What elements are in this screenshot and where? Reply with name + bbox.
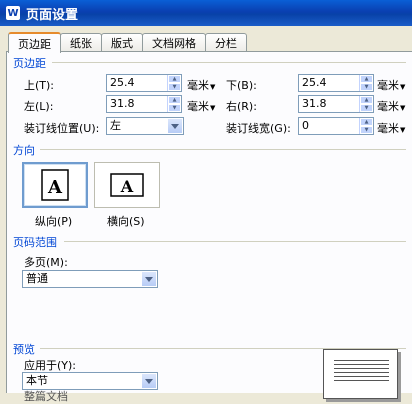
unit-label: 毫米 — [187, 100, 209, 113]
tab-paper[interactable]: 纸张 — [60, 33, 102, 52]
chevron-down-icon: ▼ — [400, 104, 406, 112]
landscape-page-icon: A — [110, 173, 144, 197]
chevron-down-icon[interactable] — [141, 373, 157, 389]
spin-down-icon[interactable]: ▼ — [360, 83, 373, 91]
spin-up-icon[interactable]: ▲ — [360, 96, 373, 104]
apply-to-next-option[interactable]: 整篇文档 — [24, 388, 68, 404]
gutter-position-value: 左 — [110, 119, 121, 132]
tab-document-grid[interactable]: 文档网格 — [142, 33, 206, 52]
portrait-page-icon: A — [41, 169, 69, 201]
unit-label: 毫米 — [377, 79, 399, 92]
margins-section-title: 页边距 — [13, 57, 46, 70]
right-margin-unit[interactable]: 毫米▼ — [377, 98, 405, 114]
svg-text:A: A — [47, 177, 63, 198]
apply-to-label: 应用于(Y): — [24, 359, 77, 372]
left-margin-label: 左(L): — [24, 100, 54, 113]
bottom-margin-value: 25.4 — [302, 76, 327, 89]
tab-columns[interactable]: 分栏 — [205, 33, 247, 52]
unit-label: 毫米 — [377, 122, 399, 135]
top-margin-unit[interactable]: 毫米▼ — [187, 77, 215, 93]
portrait-option[interactable]: A — [22, 162, 88, 208]
page-range-section-title: 页码范围 — [13, 236, 57, 249]
right-margin-spinner[interactable]: 31.8 ▲ ▼ — [298, 95, 374, 113]
margins-divider — [52, 62, 406, 63]
preview-section-title: 预览 — [13, 343, 35, 356]
spin-down-icon[interactable]: ▼ — [360, 104, 373, 112]
spin-up-icon[interactable]: ▲ — [168, 96, 181, 104]
chevron-down-icon: ▼ — [210, 104, 216, 112]
left-margin-value: 31.8 — [110, 97, 135, 110]
landscape-label[interactable]: 横向(S) — [107, 213, 145, 229]
gutter-width-label: 装订线宽(G): — [226, 122, 291, 135]
bottom-margin-unit[interactable]: 毫米▼ — [377, 77, 405, 93]
app-icon: W — [6, 6, 20, 20]
orientation-section-title: 方向 — [13, 144, 35, 157]
left-margin-unit[interactable]: 毫米▼ — [187, 98, 215, 114]
tab-margins[interactable]: 页边距 — [8, 32, 61, 53]
left-margin-spinner[interactable]: 31.8 ▲ ▼ — [106, 95, 182, 113]
unit-label: 毫米 — [377, 100, 399, 113]
page-range-divider — [64, 241, 406, 242]
top-margin-label: 上(T): — [24, 79, 55, 92]
chevron-down-icon: ▼ — [400, 83, 406, 91]
spin-down-icon[interactable]: ▼ — [168, 104, 181, 112]
title-bar[interactable]: W 页面设置 — [0, 0, 412, 26]
top-margin-spinner[interactable]: 25.4 ▲ ▼ — [106, 74, 182, 92]
gutter-position-label: 装订线位置(U): — [24, 122, 100, 135]
gutter-width-unit[interactable]: 毫米▼ — [377, 120, 405, 136]
landscape-option[interactable]: A — [94, 162, 160, 208]
chevron-down-icon: ▼ — [210, 83, 216, 91]
tab-strip: 页边距 纸张 版式 文档网格 分栏 — [8, 32, 247, 53]
right-margin-label: 右(R): — [226, 100, 257, 113]
portrait-label[interactable]: 纵向(P) — [35, 213, 72, 229]
unit-label: 毫米 — [187, 79, 209, 92]
svg-text:A: A — [120, 177, 134, 196]
apply-to-value: 本节 — [26, 374, 48, 387]
spin-up-icon[interactable]: ▲ — [168, 75, 181, 83]
tab-layout[interactable]: 版式 — [101, 33, 143, 52]
gutter-width-spinner[interactable]: 0 ▲ ▼ — [298, 117, 374, 135]
multiple-pages-select[interactable]: 普通 — [22, 270, 158, 288]
chevron-down-icon: ▼ — [400, 126, 406, 134]
page-preview — [323, 349, 398, 399]
orientation-divider — [40, 149, 406, 150]
chevron-down-icon[interactable] — [141, 271, 157, 287]
window-title: 页面设置 — [26, 7, 79, 23]
bottom-margin-label: 下(B): — [226, 79, 257, 92]
spin-up-icon[interactable]: ▲ — [360, 75, 373, 83]
right-margin-value: 31.8 — [302, 97, 327, 110]
spin-down-icon[interactable]: ▼ — [360, 126, 373, 134]
multiple-pages-label: 多页(M): — [24, 256, 68, 269]
spin-up-icon[interactable]: ▲ — [360, 118, 373, 126]
gutter-width-value: 0 — [302, 119, 309, 132]
multiple-pages-value: 普通 — [26, 272, 48, 285]
gutter-position-select[interactable]: 左 — [106, 117, 184, 135]
top-margin-value: 25.4 — [110, 76, 135, 89]
chevron-down-icon[interactable] — [167, 118, 183, 134]
bottom-margin-spinner[interactable]: 25.4 ▲ ▼ — [298, 74, 374, 92]
spin-down-icon[interactable]: ▼ — [168, 83, 181, 91]
